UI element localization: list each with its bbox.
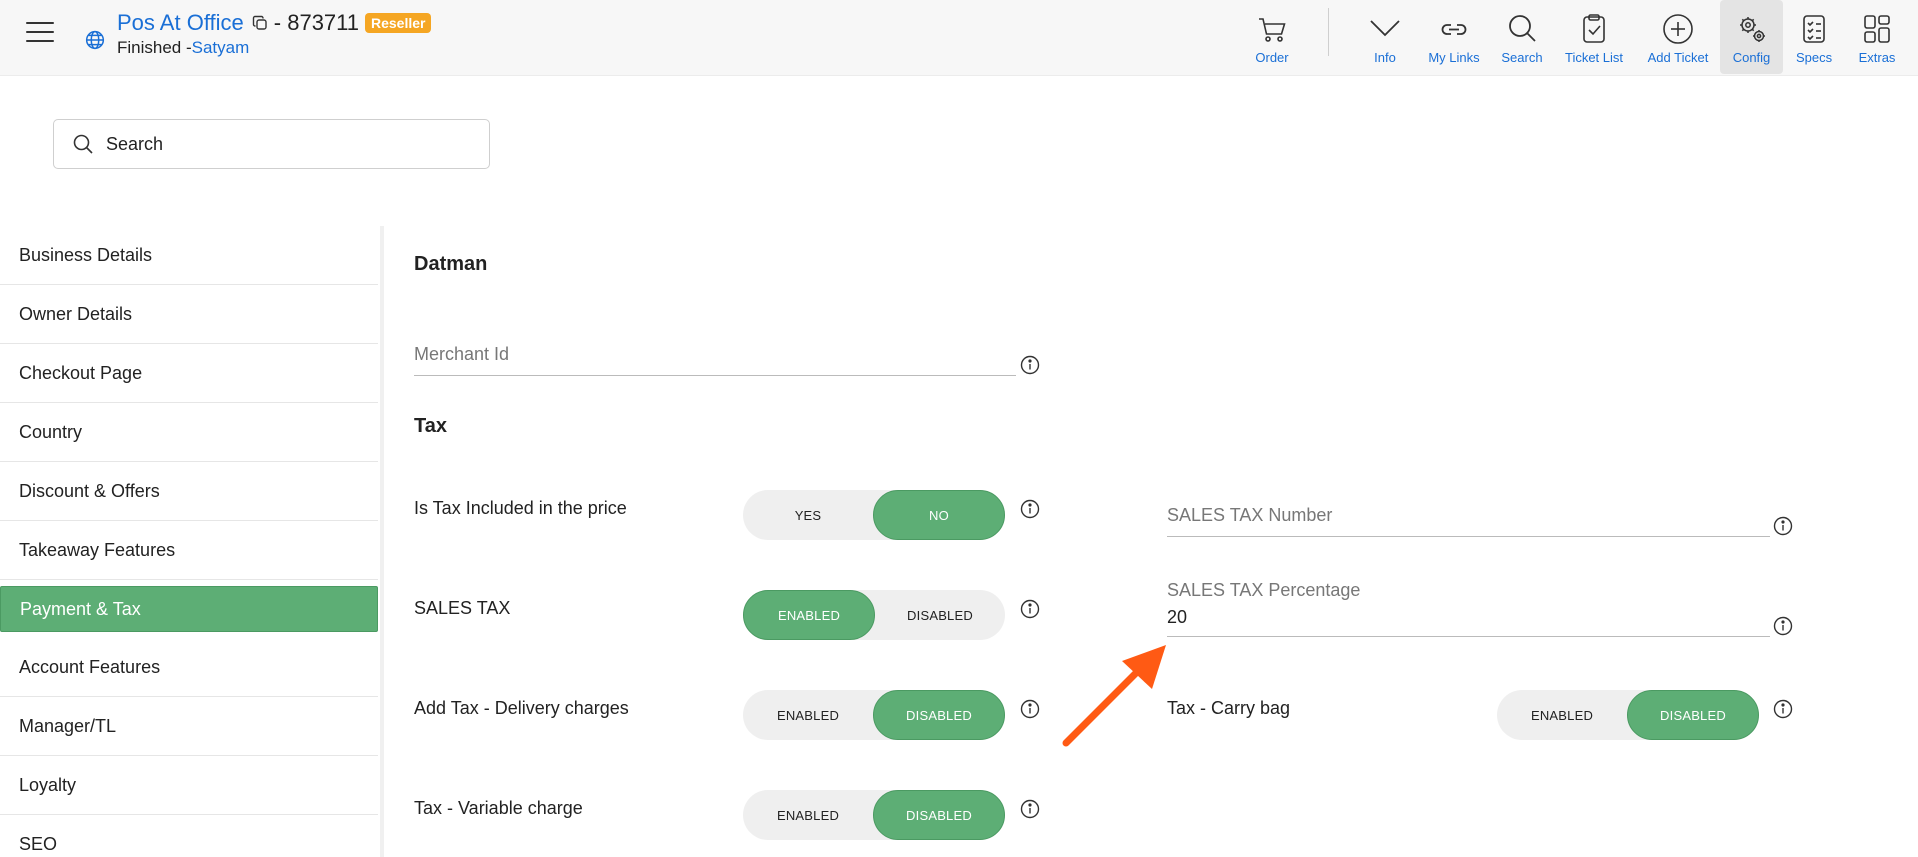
info-icon[interactable] — [1773, 516, 1793, 536]
merchant-id-placeholder: Merchant Id — [414, 344, 510, 364]
nav-info[interactable]: Info — [1365, 0, 1405, 74]
link-icon — [1441, 24, 1467, 35]
search-input[interactable] — [106, 133, 486, 155]
store-id: - 873711 — [273, 10, 359, 35]
nav-order[interactable]: Order — [1249, 0, 1295, 74]
checklist-icon — [1803, 15, 1825, 43]
sales-tax-enabled-option[interactable]: ENABLED — [743, 590, 875, 640]
sidebar-item-country[interactable]: Country — [0, 403, 378, 462]
sales-tax-number-placeholder: SALES TAX Number — [1167, 505, 1333, 525]
delivery-tax-label: Add Tax - Delivery charges — [414, 698, 629, 718]
variable-tax-disabled-option[interactable]: DISABLED — [873, 790, 1005, 840]
store-name-link[interactable]: Pos At Office — [117, 10, 244, 36]
clipboard-check-icon — [1583, 14, 1605, 43]
nav-my-links[interactable]: My Links — [1424, 0, 1484, 74]
sidebar-item-manager-tl[interactable]: Manager/TL — [0, 697, 378, 756]
datman-section-title: Datman — [414, 253, 488, 275]
tax-included-yes-option[interactable]: YES — [743, 490, 873, 540]
sales-tax-label: SALES TAX — [414, 598, 511, 618]
info-icon[interactable] — [1773, 699, 1793, 719]
info-icon[interactable] — [1020, 599, 1040, 619]
sidebar-item-discount-offers[interactable]: Discount & Offers — [0, 462, 378, 521]
info-icon[interactable] — [1020, 499, 1040, 519]
sidebar-item-payment-tax[interactable]: Payment & Tax — [0, 586, 378, 632]
variable-tax-enabled-option[interactable]: ENABLED — [743, 790, 873, 840]
sidebar-item-account-features[interactable]: Account Features — [0, 638, 378, 697]
nav-add-ticket[interactable]: Add Ticket — [1646, 0, 1710, 74]
carry-bag-tax-label: Tax - Carry bag — [1167, 698, 1291, 718]
gear-icon — [1739, 17, 1765, 42]
reseller-badge: Reseller — [365, 13, 432, 33]
status-user-link[interactable]: Satyam — [192, 38, 250, 57]
sidebar-item-seo[interactable]: SEO — [0, 815, 378, 857]
sidebar-item-business-details[interactable]: Business Details — [0, 226, 378, 285]
sidebar-item-owner-details[interactable]: Owner Details — [0, 285, 378, 344]
delivery-tax-disabled-option[interactable]: DISABLED — [873, 690, 1005, 740]
variable-tax-label: Tax - Variable charge — [414, 798, 583, 818]
carry-bag-tax-toggle: ENABLED DISABLED — [1497, 690, 1759, 740]
sidebar-item-takeaway-features[interactable]: Takeaway Features — [0, 521, 378, 580]
info-icon[interactable] — [1020, 699, 1040, 719]
nav-search[interactable]: Search — [1500, 0, 1544, 74]
status-text: Finished - — [117, 38, 192, 57]
header-divider — [1328, 8, 1329, 56]
settings-search — [53, 119, 490, 169]
annotation-arrow-icon — [1062, 645, 1166, 747]
tax-included-no-option[interactable]: NO — [873, 490, 1005, 540]
search-icon — [73, 134, 93, 154]
sales-tax-toggle: ENABLED DISABLED — [743, 590, 1005, 640]
tax-included-toggle: YES NO — [743, 490, 1005, 540]
cart-icon — [1259, 18, 1286, 42]
sales-tax-number-field[interactable]: SALES TAX Number — [1167, 505, 1770, 537]
menu-icon[interactable] — [26, 22, 54, 44]
settings-sidebar: Business Details Owner Details Checkout … — [0, 226, 378, 857]
tax-section-title: Tax — [414, 415, 447, 437]
delivery-tax-toggle: ENABLED DISABLED — [743, 690, 1005, 740]
nav-specs[interactable]: Specs — [1796, 0, 1832, 74]
store-title: Pos At Office - 873711 Reseller — [117, 10, 432, 36]
carry-bag-tax-disabled-option[interactable]: DISABLED — [1627, 690, 1759, 740]
nav-ticket-list[interactable]: Ticket List — [1563, 0, 1625, 74]
store-status: Finished -Satyam — [117, 38, 249, 58]
sales-tax-percentage-label: SALES TAX Percentage — [1167, 580, 1361, 600]
search-icon — [1509, 15, 1536, 42]
sidebar-item-checkout-page[interactable]: Checkout Page — [0, 344, 378, 403]
chevron-down-icon — [1370, 20, 1400, 37]
top-header: Pos At Office - 873711 Reseller Finished… — [0, 0, 1918, 76]
globe-icon — [85, 30, 105, 50]
sidebar-item-loyalty[interactable]: Loyalty — [0, 756, 378, 815]
variable-tax-toggle: ENABLED DISABLED — [743, 790, 1005, 840]
grid-icon — [1864, 15, 1890, 43]
nav-config[interactable]: Config — [1720, 0, 1783, 74]
info-icon[interactable] — [1020, 799, 1040, 819]
nav-extras[interactable]: Extras — [1856, 0, 1898, 74]
plus-circle-icon — [1663, 14, 1693, 44]
sidebar-divider — [380, 226, 384, 857]
copy-icon[interactable] — [252, 15, 268, 31]
info-icon[interactable] — [1773, 616, 1793, 636]
sales-tax-disabled-option[interactable]: DISABLED — [875, 590, 1005, 640]
sales-tax-percentage-value: 20 — [1167, 607, 1188, 627]
delivery-tax-enabled-option[interactable]: ENABLED — [743, 690, 873, 740]
info-icon[interactable] — [1020, 355, 1040, 375]
tax-included-label: Is Tax Included in the price — [414, 498, 627, 518]
sales-tax-percentage-field[interactable]: SALES TAX Percentage 20 — [1167, 580, 1770, 637]
merchant-id-field[interactable]: Merchant Id — [414, 344, 1016, 376]
carry-bag-tax-enabled-option[interactable]: ENABLED — [1497, 690, 1627, 740]
